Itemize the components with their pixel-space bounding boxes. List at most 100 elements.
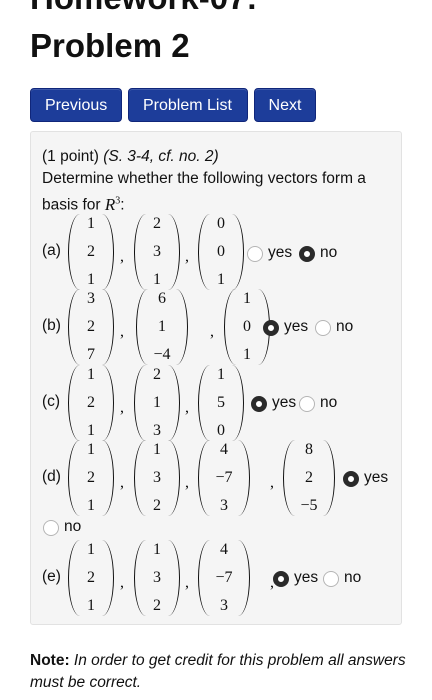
no-radio[interactable] [43, 520, 59, 536]
vector-entry: 2 [87, 394, 95, 411]
part-label: (b) [42, 317, 61, 334]
vector-entry: 3 [220, 597, 228, 614]
vector-entry: 2 [153, 597, 161, 614]
part-label: (c) [42, 393, 61, 410]
no-option-label[interactable]: no [320, 244, 337, 262]
note-label: Note: [30, 652, 70, 669]
vector-entry: 1 [87, 441, 95, 458]
no-radio[interactable] [315, 320, 331, 336]
next-button[interactable]: Next [254, 88, 316, 122]
vector-separator: , [120, 474, 124, 491]
vector-separator: , [120, 248, 124, 265]
yes-radio[interactable] [273, 571, 289, 587]
problem-list-button[interactable]: Problem List [128, 88, 248, 122]
part-label: (e) [42, 568, 61, 585]
column-vector: 1 5 0 [198, 365, 244, 441]
yes-radio[interactable] [263, 320, 279, 336]
vector-entry: 1 [243, 346, 251, 363]
vector-entry: 1 [153, 271, 161, 288]
yes-radio[interactable] [247, 246, 263, 262]
vector-separator: , [270, 474, 274, 491]
vector-separator: , [120, 323, 124, 340]
vector-entry: 0 [217, 215, 225, 232]
vector-entry: −5 [300, 497, 318, 514]
no-option-label[interactable]: no [64, 518, 81, 536]
vector-entry: 2 [153, 497, 161, 514]
vector-entry: 1 [217, 271, 225, 288]
points-label: (1 point) [42, 148, 99, 165]
column-vector: 2 3 1 [134, 214, 180, 290]
column-vector: 6 1 −4 [136, 289, 188, 365]
yes-option-label[interactable]: yes [268, 244, 292, 262]
vector-entry: 1 [153, 541, 161, 558]
yes-option-label[interactable]: yes [294, 569, 318, 587]
no-option-label[interactable]: no [344, 569, 361, 587]
vector-entry: 1 [243, 290, 251, 307]
vector-entry: 1 [87, 541, 95, 558]
yes-option-label[interactable]: yes [364, 469, 388, 487]
question-suffix: : [120, 196, 125, 214]
vector-entry: 2 [87, 243, 95, 260]
part-label: (d) [42, 468, 61, 485]
vector-entry: 3 [220, 497, 228, 514]
vector-entry: 5 [217, 394, 225, 411]
page-title-line2: Problem 2 [30, 27, 190, 64]
part-row-1: (a) 1 2 1 2 3 1 0 0 1,, [42, 214, 402, 290]
vector-entry: 2 [153, 215, 161, 232]
yes-option-label[interactable]: yes [272, 394, 296, 412]
vector-entry: 4 [220, 541, 228, 558]
vector-entry: −7 [215, 469, 233, 486]
vector-entry: 1 [87, 366, 95, 383]
vector-entry: 1 [87, 597, 95, 614]
vector-entry: 1 [87, 422, 95, 439]
column-vector: 8 2 −5 [283, 440, 335, 516]
space-letter: R [104, 194, 116, 214]
part-label: (a) [42, 242, 61, 259]
yes-radio[interactable] [343, 471, 359, 487]
column-vector: 3 2 7 [68, 289, 114, 365]
column-vector: 2 1 3 [134, 365, 180, 441]
part-row-3: (c) 1 2 1 2 1 3 1 5 0,, [42, 365, 402, 441]
vector-entry: 0 [217, 243, 225, 260]
problem-panel: (1 point) (S. 3-4, cf. no. 2) Determine … [30, 131, 402, 625]
yes-radio[interactable] [251, 396, 267, 412]
vector-entry: 2 [305, 469, 313, 486]
source-label: (S. 3-4, cf. no. 2) [103, 148, 219, 165]
question-text: Determine whether the following vectors … [42, 170, 366, 187]
vector-entry: 3 [87, 290, 95, 307]
vector-entry: 1 [217, 366, 225, 383]
vector-entry: 6 [158, 290, 166, 307]
column-vector: 4 −7 3 [198, 540, 250, 616]
column-vector: 1 2 1 [68, 365, 114, 441]
column-vector: 4 −7 3 [198, 440, 250, 516]
vector-entry: 3 [153, 243, 161, 260]
problem-header: (1 point) (S. 3-4, cf. no. 2) [42, 146, 219, 168]
vector-entry: 3 [153, 569, 161, 586]
yes-option-label[interactable]: yes [284, 318, 308, 336]
vector-entry: 2 [153, 366, 161, 383]
vector-entry: 4 [220, 441, 228, 458]
no-option-label[interactable]: no [320, 394, 337, 412]
credit-note: Note: In order to get credit for this pr… [30, 650, 410, 694]
vector-entry: 1 [153, 394, 161, 411]
no-option-label[interactable]: no [336, 318, 353, 336]
vector-separator: , [120, 399, 124, 416]
no-radio[interactable] [299, 396, 315, 412]
no-radio[interactable] [323, 571, 339, 587]
column-vector: 1 2 1 [68, 440, 114, 516]
vector-separator: , [120, 574, 124, 591]
space-symbol: R3 [105, 195, 120, 214]
vector-separator: , [185, 574, 189, 591]
no-radio[interactable] [299, 246, 315, 262]
column-vector: 1 2 1 [68, 540, 114, 616]
vector-separator: , [185, 399, 189, 416]
vector-entry: 3 [153, 422, 161, 439]
question-prefix: basis for [42, 196, 105, 214]
vector-entry: 2 [87, 469, 95, 486]
previous-button[interactable]: Previous [30, 88, 122, 122]
vector-entry: 2 [87, 569, 95, 586]
column-vector: 1 3 2 [134, 540, 180, 616]
vector-separator: , [210, 323, 214, 340]
vector-entry: 0 [243, 318, 251, 335]
vector-entry: 7 [87, 346, 95, 363]
